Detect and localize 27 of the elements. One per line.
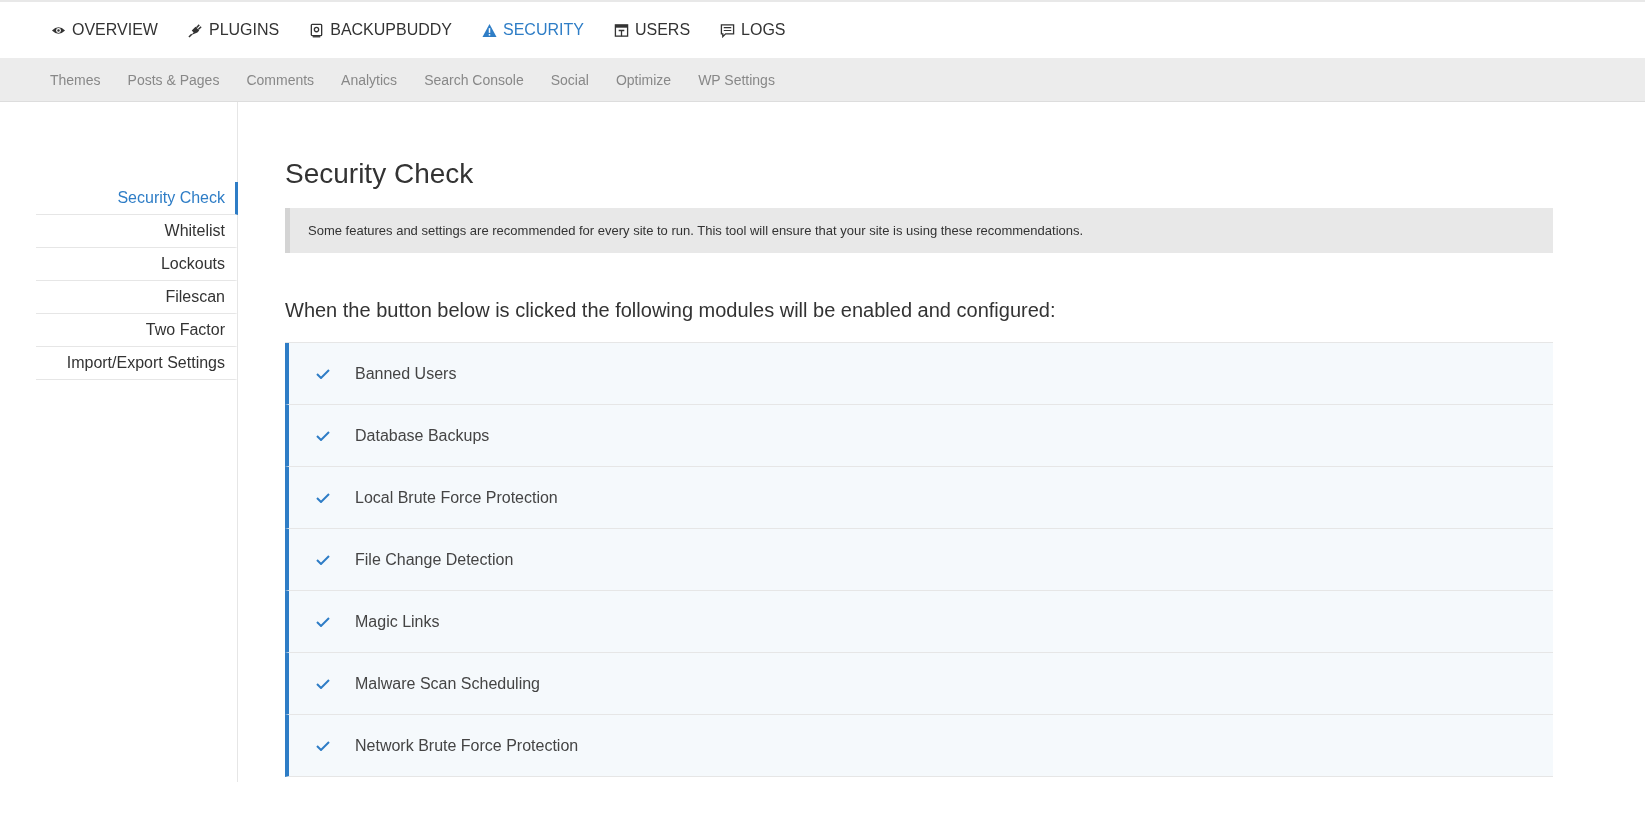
sidebar-item[interactable]: Filescan [36,281,238,314]
sidebar-item[interactable]: Whitelist [36,215,238,248]
sidebar-item[interactable]: Two Factor [36,314,238,347]
main-nav-tab[interactable]: USERS [613,21,691,39]
warning-icon [482,22,497,38]
chat-icon [720,22,736,38]
safe-icon [309,22,325,38]
module-label: Local Brute Force Protection [355,488,558,507]
section-subtitle: When the button below is clicked the following modules will be enabled and configured: [285,299,1057,322]
sidebar-item[interactable]: Import/Export Settings [36,347,238,380]
module-label: Magic Links [355,612,440,631]
main-nav-tab[interactable]: BACKUPBUDDY [309,21,452,39]
plug-icon [187,22,203,38]
module-label: Database Backups [355,426,490,445]
main-nav-tab[interactable]: LOGS [720,21,786,39]
main-nav-tab[interactable]: PLUGINS [187,21,280,39]
main-nav-tab[interactable]: OVERVIEW [51,21,158,39]
sidebar-item[interactable]: Security Check [36,182,238,215]
main-nav-tab[interactable]: SECURITY [482,21,584,39]
module-label: Malware Scan Scheduling [355,674,540,693]
notice-box: Some features and settings are recommended for every site to run. This tool will ensure that your site is using these recommendations. [285,208,1553,253]
sidebar-item[interactable]: Lockouts [36,248,238,281]
window-icon [613,22,629,38]
module-label: Network Brute Force Protection [355,736,579,755]
module-label: Banned Users [355,364,457,383]
page-title: Security Check [285,158,475,190]
module-label: File Change Detection [355,550,514,569]
